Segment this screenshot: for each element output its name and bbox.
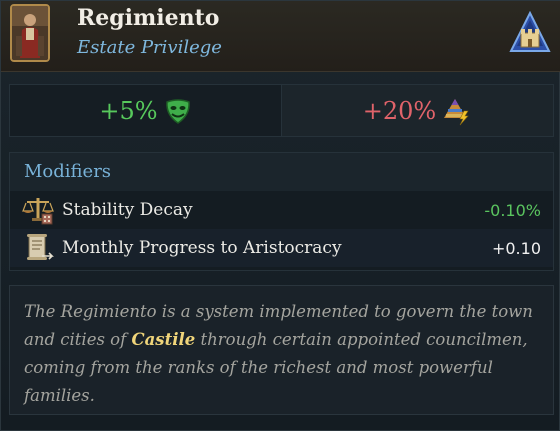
loyalty-effect: +5% bbox=[10, 85, 281, 136]
modifier-row-stability-decay: Stability Decay -0.10% bbox=[10, 191, 553, 229]
influence-effect: +20% bbox=[281, 85, 553, 136]
privilege-effects: +5% +20% bbox=[9, 84, 554, 137]
modifier-label: Stability Decay bbox=[62, 200, 193, 220]
pyramid-lightning-icon bbox=[442, 96, 472, 126]
modifier-row-aristocracy-progress: Monthly Progress to Aristocracy +0.10 bbox=[10, 229, 553, 267]
modifier-value: +0.10 bbox=[491, 238, 541, 258]
loyalty-effect-value: +5% bbox=[99, 96, 158, 125]
privilege-tooltip: Regimiento Estate Privilege +5% +20% Mod… bbox=[0, 0, 560, 431]
privilege-subtitle: Estate Privilege bbox=[77, 37, 222, 58]
influence-effect-value: +20% bbox=[362, 96, 437, 125]
privilege-title: Regimiento bbox=[77, 5, 220, 31]
modifiers-section: Modifiers Stability Decay -0.10% Monthly… bbox=[9, 152, 554, 271]
scroll-icon bbox=[22, 232, 54, 264]
modifiers-heading: Modifiers bbox=[10, 153, 553, 191]
modifier-value: -0.10% bbox=[484, 200, 541, 220]
mask-icon bbox=[164, 97, 192, 125]
description-highlight-castile: Castile bbox=[131, 330, 196, 349]
scales-icon bbox=[22, 194, 54, 226]
privilege-portrait bbox=[10, 4, 50, 62]
privilege-description: The Regimiento is a system implemented t… bbox=[9, 285, 554, 415]
modifier-label: Monthly Progress to Aristocracy bbox=[62, 238, 342, 258]
tooltip-header: Regimiento Estate Privilege bbox=[1, 1, 560, 72]
castle-estate-icon bbox=[509, 10, 551, 55]
